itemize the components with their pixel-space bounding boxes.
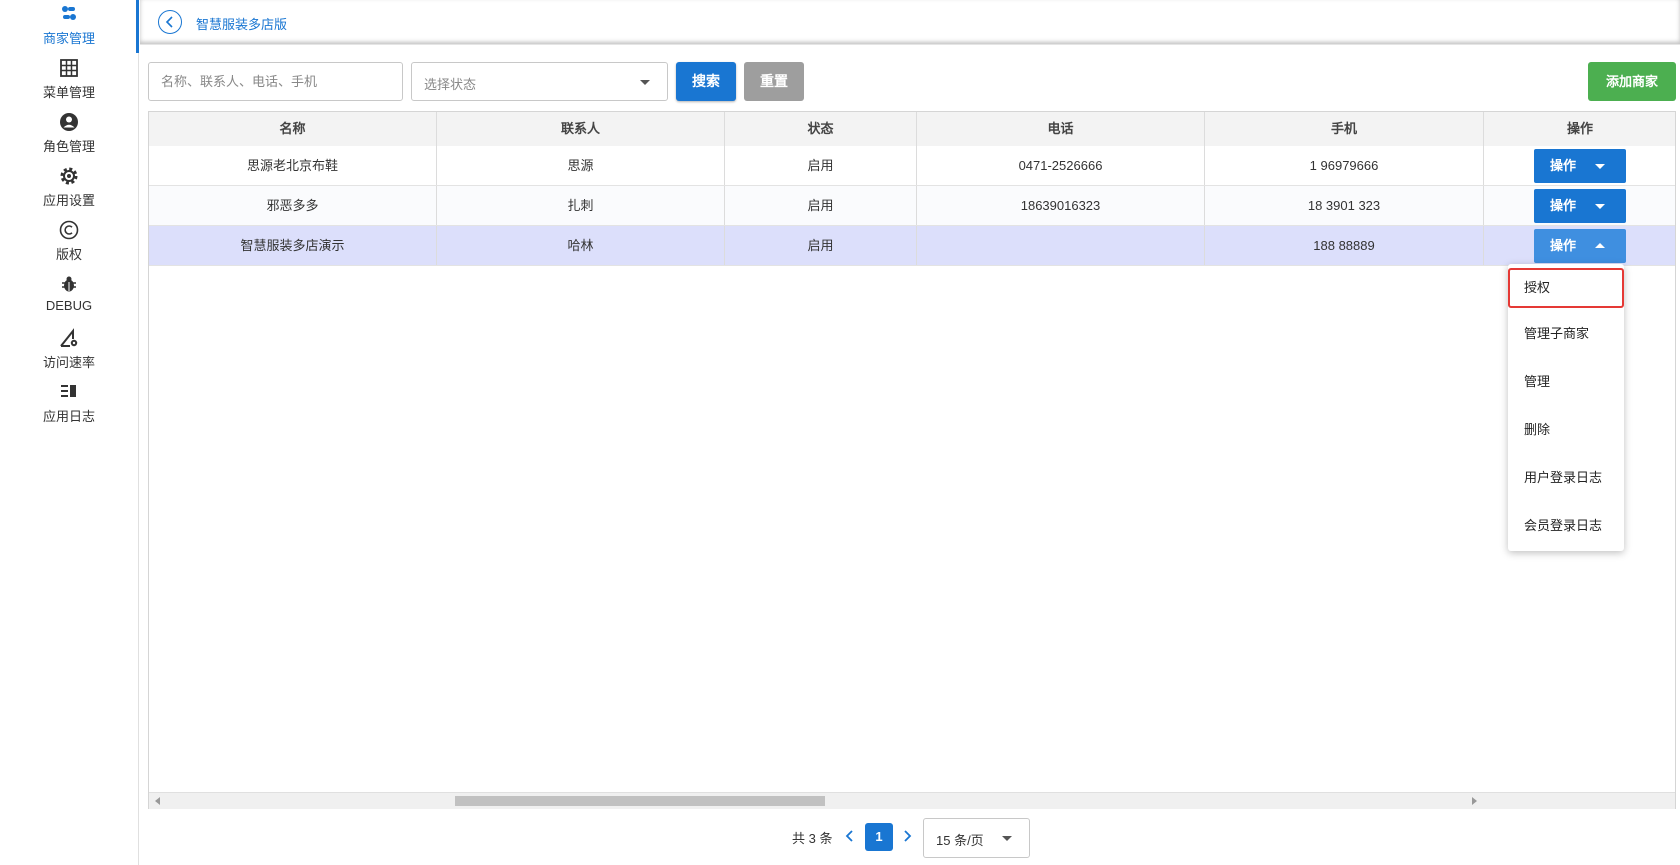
scroll-left-icon[interactable] — [155, 797, 160, 805]
cell-status: 启用 — [725, 186, 917, 225]
sidebar-item-label: 访问速率 — [42, 355, 95, 370]
sidebar-item-label: 菜单管理 — [42, 85, 95, 100]
action-label: 操作 — [1550, 238, 1577, 253]
scrollbar-thumb[interactable] — [455, 796, 825, 806]
chevron-down-icon — [640, 80, 650, 85]
cell-action: 操作 — [1484, 226, 1676, 265]
table-header: 名称 联系人 状态 电话 手机 操作 — [149, 112, 1675, 147]
sidebar-item-menu[interactable]: 菜单管理 — [0, 57, 138, 109]
menu-item-member-login-log[interactable]: 会员登录日志 — [1508, 506, 1624, 546]
cell-contact: 思源 — [437, 146, 725, 185]
cell-name: 邪恶多多 — [149, 186, 437, 225]
action-menu: 授权 管理子商家 管理 删除 用户登录日志 会员登录日志 — [1508, 264, 1624, 551]
top-bar: 智慧服装多店版 — [140, 0, 1680, 45]
add-merchant-button[interactable]: 添加商家 — [1588, 62, 1676, 101]
menu-item-manage[interactable]: 管理 — [1508, 362, 1624, 402]
menu-item-delete[interactable]: 删除 — [1508, 410, 1624, 450]
search-button[interactable]: 搜索 — [676, 62, 736, 101]
sidebar-item-label: 商家管理 — [42, 31, 95, 46]
table-row[interactable]: 思源老北京布鞋 思源 启用 0471-2526666 1 96979666 操作 — [149, 146, 1675, 186]
table-row-selected[interactable]: 智慧服装多店演示 哈林 启用 188 88889 操作 — [149, 226, 1675, 266]
scroll-right-icon[interactable] — [1472, 797, 1477, 805]
chevron-down-icon — [1002, 836, 1012, 841]
sidebar-item-roles[interactable]: 角色管理 — [0, 111, 138, 163]
chevron-right-icon[interactable] — [899, 826, 915, 846]
sidebar-item-debug[interactable]: DEBUG — [0, 273, 138, 325]
menu-item-authorize[interactable]: 授权 — [1508, 268, 1624, 308]
pagination-page-current[interactable]: 1 — [865, 823, 893, 851]
log-list-icon — [61, 385, 76, 397]
cell-contact: 扎刺 — [437, 186, 725, 225]
bug-icon — [62, 276, 76, 292]
page-size-select[interactable]: 15 条/页 — [923, 818, 1030, 858]
chevron-left-icon — [165, 16, 173, 28]
sidebar-item-label: 版权 — [55, 247, 82, 262]
back-button[interactable] — [158, 10, 182, 34]
cell-name: 智慧服装多店演示 — [149, 226, 437, 265]
copyright-icon — [59, 220, 79, 240]
column-header-status[interactable]: 状态 — [725, 112, 917, 146]
cell-name: 思源老北京布鞋 — [149, 146, 437, 185]
cell-phone: 18639016323 — [917, 186, 1205, 225]
cell-action: 操作 — [1484, 186, 1676, 225]
sidebar-item-logs[interactable]: 应用日志 — [0, 381, 138, 433]
person-icon — [60, 113, 78, 131]
sidebar-item-rate[interactable]: 访问速率 — [0, 327, 138, 379]
cell-mobile: 188 88889 — [1205, 226, 1484, 265]
gear-icon — [60, 167, 78, 185]
table-row[interactable]: 邪恶多多 扎刺 启用 18639016323 18 3901 323 操作 — [149, 186, 1675, 226]
menu-item-user-login-log[interactable]: 用户登录日志 — [1508, 458, 1624, 498]
column-header-phone[interactable]: 电话 — [917, 112, 1205, 146]
action-dropdown-button[interactable]: 操作 — [1534, 149, 1626, 183]
page-size-value: 15 条/页 — [936, 833, 984, 848]
cell-mobile: 18 3901 323 — [1205, 186, 1484, 225]
cell-status: 启用 — [725, 146, 917, 185]
action-label: 操作 — [1550, 198, 1577, 213]
merchant-table: 名称 联系人 状态 电话 手机 操作 思源老北京布鞋 思源 启用 0471-25… — [148, 111, 1676, 809]
sidebar-item-label: 应用日志 — [42, 409, 95, 424]
column-header-contact[interactable]: 联系人 — [437, 112, 725, 146]
chevron-down-icon — [1595, 164, 1605, 169]
sidebar-item-settings[interactable]: 应用设置 — [0, 165, 138, 217]
action-label: 操作 — [1550, 158, 1577, 173]
sidebar-item-merchant[interactable]: 商家管理 — [0, 3, 138, 55]
cell-status: 启用 — [725, 226, 917, 265]
sidebar-item-label: 应用设置 — [42, 193, 95, 208]
cell-phone — [917, 226, 1205, 265]
column-header-mobile[interactable]: 手机 — [1205, 112, 1484, 146]
speed-settings-icon — [60, 328, 78, 347]
chevron-down-icon — [1595, 204, 1605, 209]
merchant-icon — [62, 6, 76, 20]
breadcrumb[interactable]: 智慧服装多店版 — [196, 14, 287, 33]
cell-contact: 哈林 — [437, 226, 725, 265]
chevron-left-icon[interactable] — [842, 826, 858, 846]
action-dropdown-button[interactable]: 操作 — [1534, 189, 1626, 223]
sidebar-item-label: 角色管理 — [42, 139, 95, 154]
grid-icon — [60, 59, 78, 77]
cell-mobile: 1 96979666 — [1205, 146, 1484, 185]
cell-phone: 0471-2526666 — [917, 146, 1205, 185]
cell-action: 操作 — [1484, 146, 1676, 185]
status-select[interactable]: 选择状态 — [411, 62, 668, 101]
pagination-total: 共 3 条 — [792, 831, 833, 846]
sidebar-item-copyright[interactable]: 版权 — [0, 219, 138, 271]
column-header-action: 操作 — [1566, 121, 1593, 136]
chevron-up-icon — [1595, 243, 1605, 248]
search-input[interactable] — [148, 62, 403, 101]
horizontal-scrollbar[interactable] — [149, 792, 1675, 809]
sidebar: 商家管理 菜单管理 角色管理 应用设置 版权 DEBUG 访问速率 应用日志 — [0, 0, 139, 865]
sidebar-item-label: DEBUG — [45, 298, 93, 313]
status-select-placeholder: 选择状态 — [424, 77, 477, 92]
action-dropdown-button-open[interactable]: 操作 — [1534, 229, 1626, 263]
column-header-name[interactable]: 名称 — [149, 112, 437, 146]
reset-button[interactable]: 重置 — [744, 62, 804, 101]
menu-item-manage-sub-merchants[interactable]: 管理子商家 — [1508, 314, 1624, 354]
